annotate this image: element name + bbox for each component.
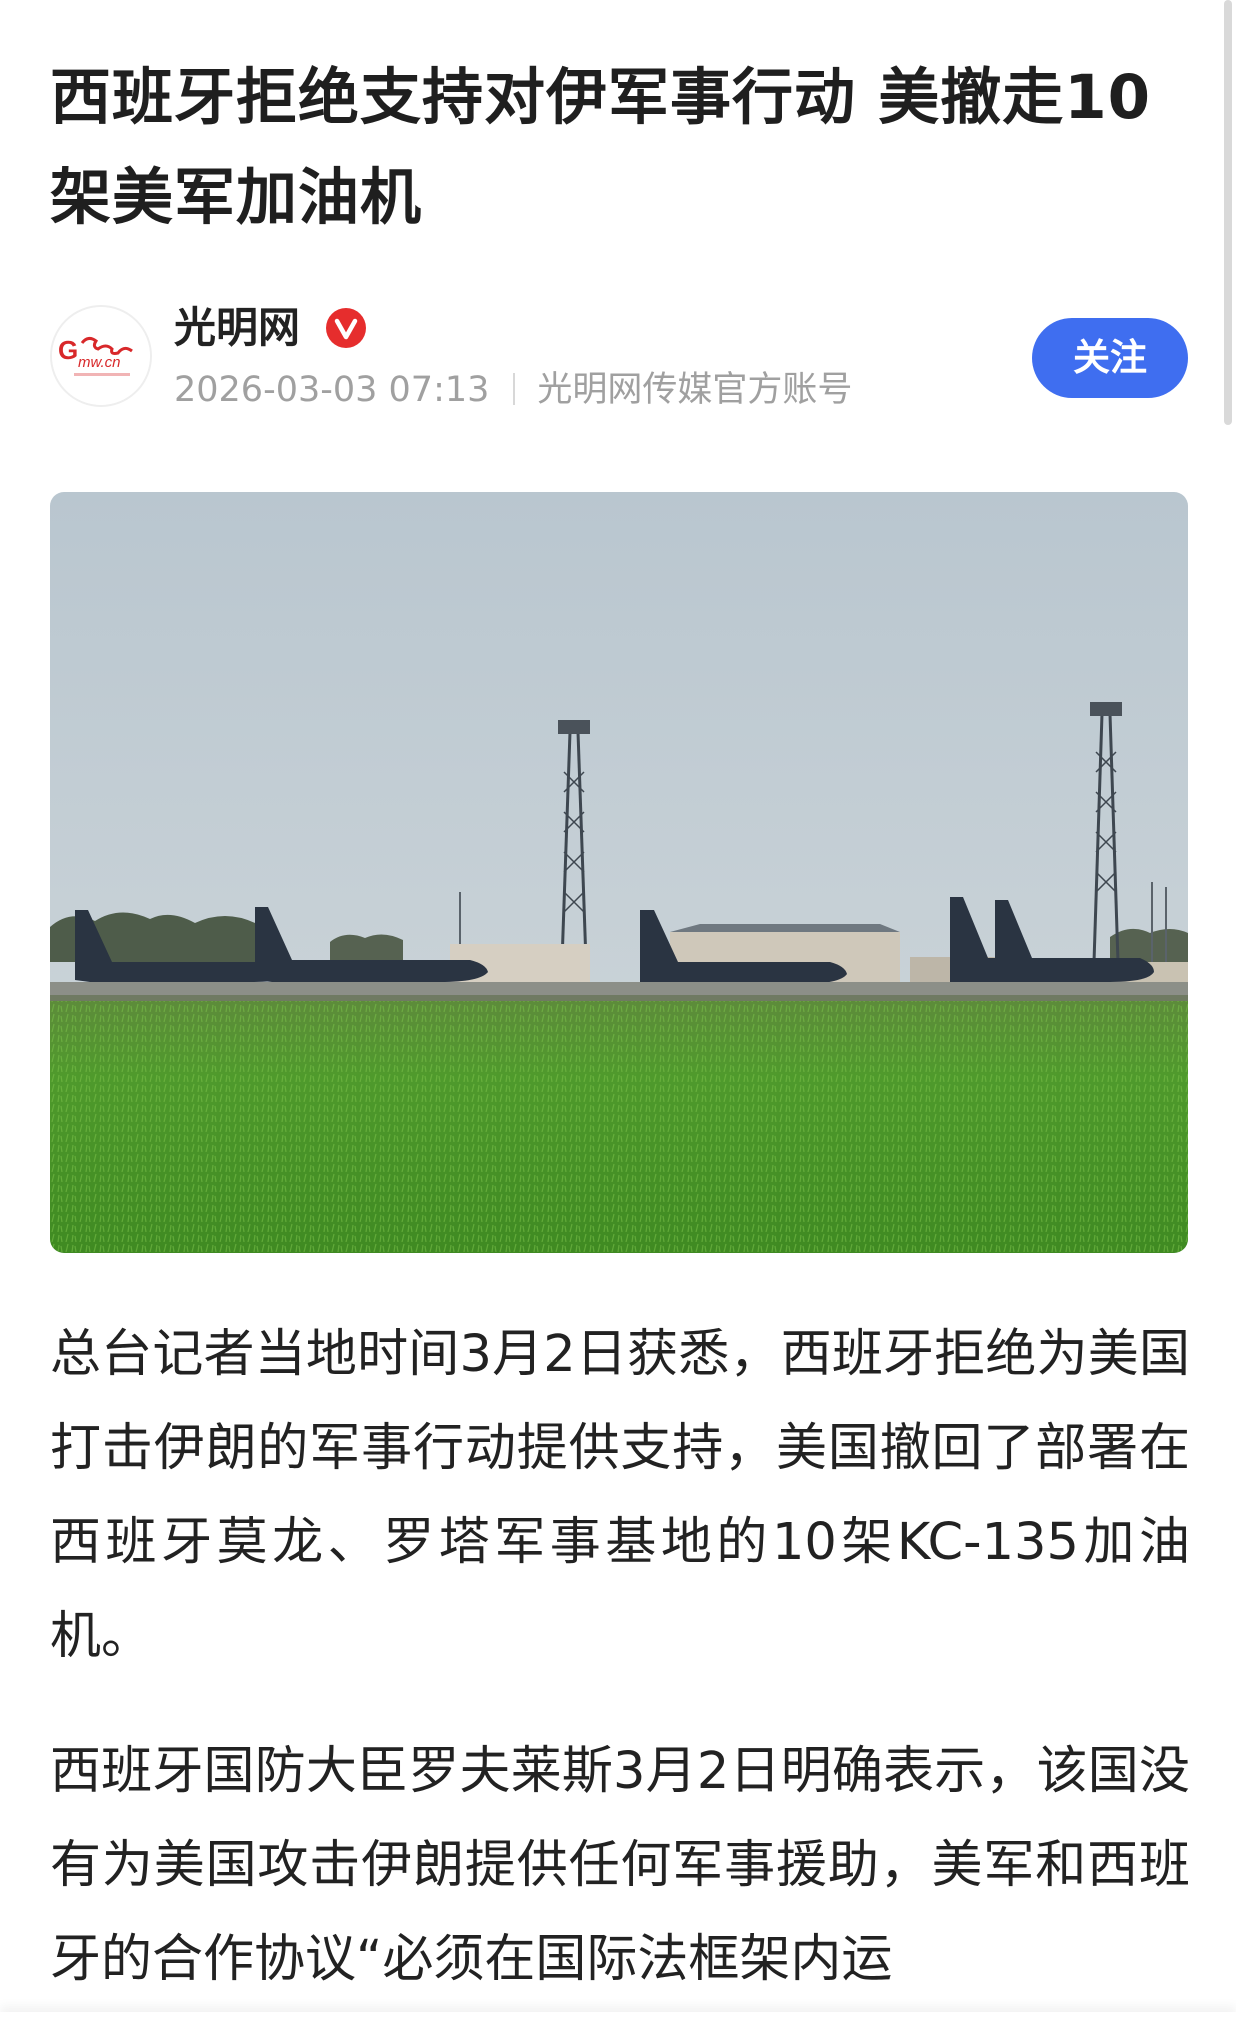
article-image[interactable]: [50, 492, 1188, 1253]
author-row: G mw.cn 光明网 2026-03-03 07:13 光明网传媒官方账号: [50, 300, 1190, 415]
svg-text:G: G: [58, 335, 78, 365]
publish-time: 2026-03-03 07:13: [174, 370, 490, 410]
article-page: 西班牙拒绝支持对伊军事行动 美撤走10架美军加油机 G mw.cn 光明网 20…: [0, 0, 1236, 2029]
article-meta: 2026-03-03 07:13 光明网传媒官方账号: [174, 366, 852, 414]
svg-text:mw.cn: mw.cn: [78, 354, 121, 371]
verified-v-icon: [326, 308, 366, 348]
article-title: 西班牙拒绝支持对伊军事行动 美撤走10架美军加油机: [50, 62, 1152, 233]
bottom-bar-edge: [0, 2012, 1236, 2029]
author-name[interactable]: 光明网: [174, 300, 300, 356]
article-paragraph: 西班牙国防大臣罗夫莱斯3月2日明确表示，该国没有为美国攻击伊朗提供任何军事援助，…: [50, 1742, 1190, 1989]
account-description: 光明网传媒官方账号: [537, 370, 853, 410]
military-airfield-photo: [50, 492, 1188, 1253]
meta-divider: [513, 373, 516, 405]
follow-button[interactable]: 关注: [1032, 318, 1188, 398]
author-avatar[interactable]: G mw.cn: [50, 305, 152, 407]
gmw-logo-icon: G mw.cn: [52, 307, 150, 405]
scroll-indicator[interactable]: [1224, 0, 1232, 425]
article-paragraph: 总台记者当地时间3月2日获悉，西班牙拒绝为美国打击伊朗的军事行动提供支持，美国撤…: [50, 1325, 1190, 1666]
